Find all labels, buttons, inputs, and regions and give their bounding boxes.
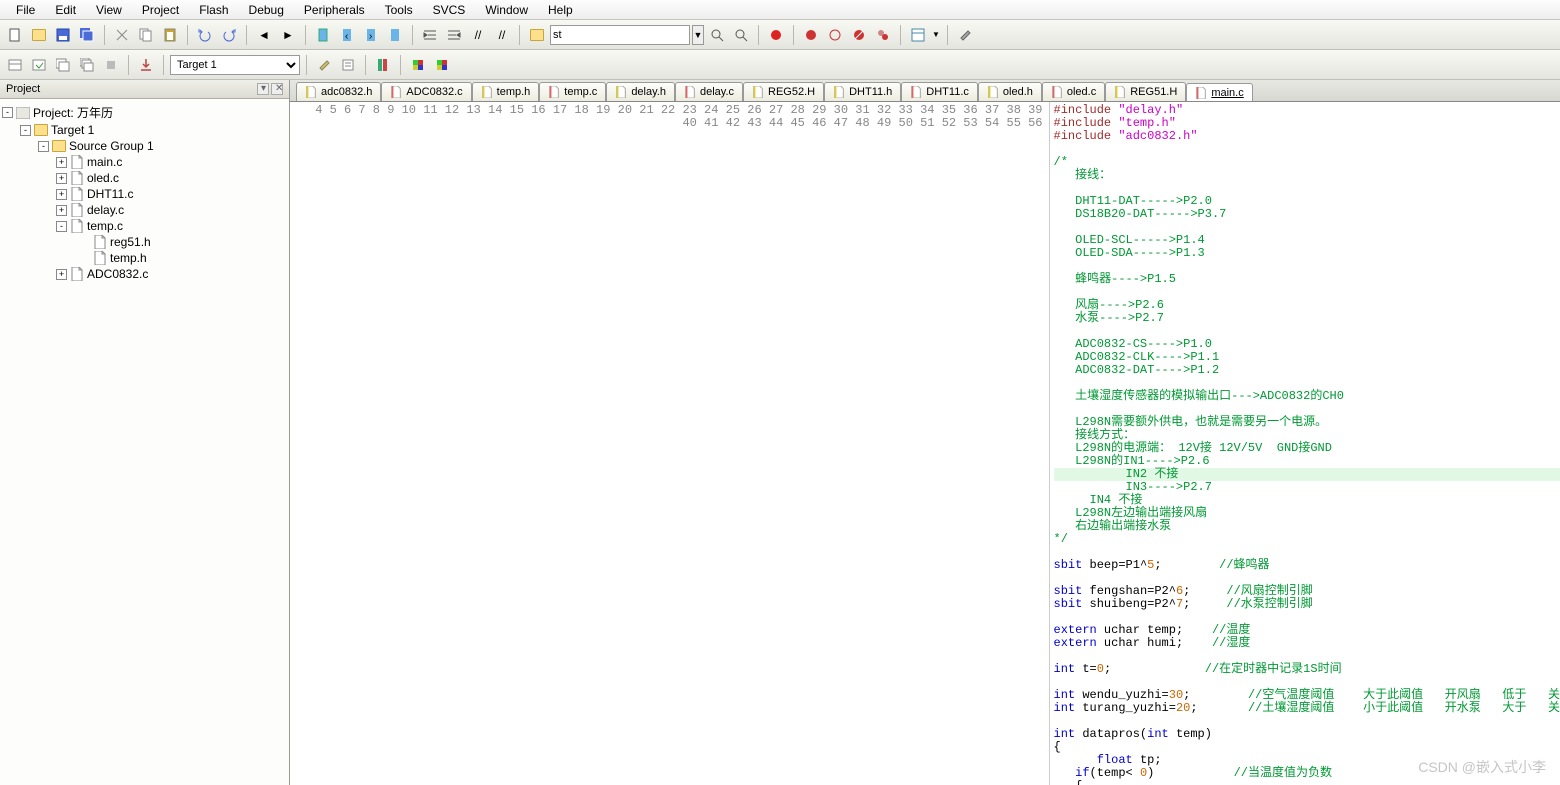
tree-root[interactable]: - Project: 万年历 (2, 103, 287, 122)
file-ext-button[interactable] (337, 54, 359, 76)
menu-window[interactable]: Window (475, 1, 538, 19)
find-in-files-button[interactable] (730, 24, 752, 46)
tree-file[interactable]: + DHT11.c (2, 186, 287, 202)
search-dropdown-button[interactable]: ▼ (692, 25, 704, 45)
unindent-button[interactable] (443, 24, 465, 46)
menu-svcs[interactable]: SVCS (423, 1, 476, 19)
editor-tab[interactable]: oled.c (1042, 82, 1105, 101)
toolbar-2: Target 1 (0, 50, 1560, 80)
tree-file[interactable]: + delay.c (2, 202, 287, 218)
next-bookmark-button[interactable]: › (360, 24, 382, 46)
menu-project[interactable]: Project (132, 1, 189, 19)
find-icon[interactable] (526, 24, 548, 46)
uncomment-button[interactable]: // (491, 24, 513, 46)
breakpoint-window-button[interactable] (872, 24, 894, 46)
editor-tab[interactable]: REG51.H (1105, 82, 1186, 101)
line-number-gutter: 4 5 6 7 8 9 10 11 12 13 14 15 16 17 18 1… (290, 102, 1050, 785)
find-next-button[interactable] (706, 24, 728, 46)
menu-file[interactable]: File (6, 1, 45, 19)
new-file-button[interactable] (4, 24, 26, 46)
editor-tab-strip: adc0832.hADC0832.ctemp.htemp.cdelay.hdel… (290, 80, 1560, 102)
menu-help[interactable]: Help (538, 1, 583, 19)
pack-install-button[interactable] (431, 54, 453, 76)
svg-text:‹: ‹ (345, 31, 348, 42)
menu-edit[interactable]: Edit (45, 1, 86, 19)
download-button[interactable] (135, 54, 157, 76)
editor-tab[interactable]: ADC0832.c (381, 82, 471, 101)
prev-bookmark-button[interactable]: ‹ (336, 24, 358, 46)
tree-file[interactable]: reg51.h (2, 234, 287, 250)
rebuild-button[interactable] (52, 54, 74, 76)
code-editor[interactable]: 4 5 6 7 8 9 10 11 12 13 14 15 16 17 18 1… (290, 102, 1560, 785)
editor-tab[interactable]: DHT11.h (824, 82, 901, 101)
menu-flash[interactable]: Flash (189, 1, 238, 19)
editor-tab[interactable]: delay.c (675, 82, 743, 101)
editor-tab[interactable]: main.c (1186, 83, 1252, 102)
editor-tab[interactable]: temp.h (472, 82, 540, 101)
tree-file[interactable]: + main.c (2, 154, 287, 170)
translate-button[interactable] (4, 54, 26, 76)
window-layout-button[interactable] (907, 24, 929, 46)
debug-button[interactable] (765, 24, 787, 46)
editor-tab[interactable]: temp.c (539, 82, 606, 101)
editor-tab[interactable]: oled.h (978, 82, 1042, 101)
tree-file[interactable]: - temp.c (2, 218, 287, 234)
nav-forward-button[interactable]: ► (277, 24, 299, 46)
breakpoint-disable-button[interactable] (824, 24, 846, 46)
indent-button[interactable] (419, 24, 441, 46)
project-tree[interactable]: - Project: 万年历- Target 1- Source Group 1… (0, 99, 289, 785)
project-panel-title: Project (6, 83, 40, 95)
cut-button[interactable] (111, 24, 133, 46)
undo-button[interactable] (194, 24, 216, 46)
save-button[interactable] (52, 24, 74, 46)
tree-group[interactable]: - Source Group 1 (2, 138, 287, 154)
tree-file[interactable]: + oled.c (2, 170, 287, 186)
configure-button[interactable] (954, 24, 976, 46)
stop-build-button[interactable] (100, 54, 122, 76)
editor-tab[interactable]: delay.h (606, 82, 675, 101)
panel-close-button[interactable]: ✕ (271, 83, 283, 95)
project-panel: Project ▾ ✕ - Project: 万年历- Target 1- So… (0, 80, 290, 785)
options-button[interactable] (313, 54, 335, 76)
breakpoint-insert-button[interactable] (800, 24, 822, 46)
svg-text:›: › (369, 31, 372, 42)
panel-pin-button[interactable]: ▾ (257, 83, 269, 95)
menu-debug[interactable]: Debug (239, 1, 294, 19)
menu-bar: FileEditViewProjectFlashDebugPeripherals… (0, 0, 1560, 20)
target-select[interactable]: Target 1 (170, 55, 300, 75)
copy-button[interactable] (135, 24, 157, 46)
window-layout-dropdown[interactable]: ▼ (931, 30, 941, 39)
menu-peripherals[interactable]: Peripherals (294, 1, 375, 19)
editor-tab[interactable]: adc0832.h (296, 82, 381, 101)
nav-back-button[interactable]: ◄ (253, 24, 275, 46)
pack-button[interactable] (407, 54, 429, 76)
toolbar-1: ◄ ► ‹ › // // ▼ ▼ (0, 20, 1560, 50)
tree-target[interactable]: - Target 1 (2, 122, 287, 138)
editor-tab[interactable]: REG52.H (743, 82, 824, 101)
editor-tab[interactable]: DHT11.c (901, 82, 978, 101)
build-button[interactable] (28, 54, 50, 76)
manage-books-button[interactable] (372, 54, 394, 76)
project-panel-header: Project ▾ ✕ (0, 80, 289, 99)
save-all-button[interactable] (76, 24, 98, 46)
code-content[interactable]: #include "delay.h" #include "temp.h" #in… (1050, 102, 1560, 785)
tree-file[interactable]: temp.h (2, 250, 287, 266)
menu-tools[interactable]: Tools (375, 1, 423, 19)
tree-file[interactable]: + ADC0832.c (2, 266, 287, 282)
search-input[interactable] (550, 25, 690, 45)
menu-view[interactable]: View (86, 1, 132, 19)
batch-build-button[interactable] (76, 54, 98, 76)
comment-button[interactable]: // (467, 24, 489, 46)
open-file-button[interactable] (28, 24, 50, 46)
editor-area: adc0832.hADC0832.ctemp.htemp.cdelay.hdel… (290, 80, 1560, 785)
paste-button[interactable] (159, 24, 181, 46)
bookmark-button[interactable] (312, 24, 334, 46)
redo-button[interactable] (218, 24, 240, 46)
clear-bookmark-button[interactable] (384, 24, 406, 46)
breakpoint-kill-button[interactable] (848, 24, 870, 46)
